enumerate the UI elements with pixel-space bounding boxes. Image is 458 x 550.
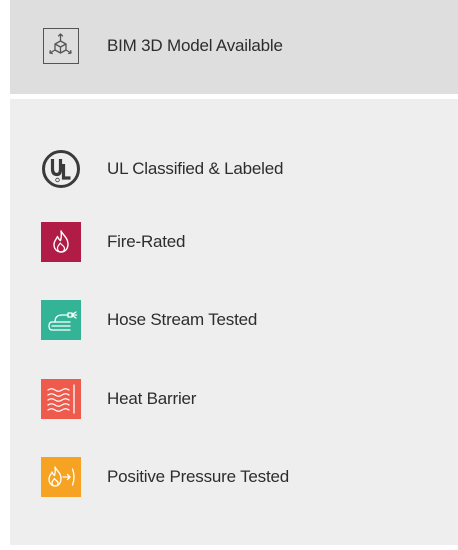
feature-positive-pressure: Positive Pressure Tested <box>41 457 441 497</box>
3d-model-icon <box>43 28 79 64</box>
feature-label: Hose Stream Tested <box>107 310 258 329</box>
feature-heat-barrier: Heat Barrier <box>41 379 441 419</box>
feature-fire-rated: Fire-Rated <box>41 222 441 262</box>
feature-label: Fire-Rated <box>107 232 186 251</box>
flame-arrow-icon <box>41 457 81 497</box>
feature-hose-stream: Hose Stream Tested <box>41 300 441 340</box>
feature-label: Positive Pressure Tested <box>107 467 289 486</box>
certifications-panel: UL Classified & Labeled Fire-Rated Hose … <box>10 99 458 545</box>
heat-waves-icon <box>41 379 81 419</box>
bim-model-banner[interactable]: BIM 3D Model Available <box>10 0 458 94</box>
feature-label: Heat Barrier <box>107 389 197 408</box>
ul-logo-icon <box>41 149 81 189</box>
flame-icon <box>41 222 81 262</box>
hose-icon <box>41 300 81 340</box>
feature-ul-classified: UL Classified & Labeled <box>41 149 441 189</box>
feature-label: UL Classified & Labeled <box>107 159 284 178</box>
bim-model-label: BIM 3D Model Available <box>107 36 283 55</box>
